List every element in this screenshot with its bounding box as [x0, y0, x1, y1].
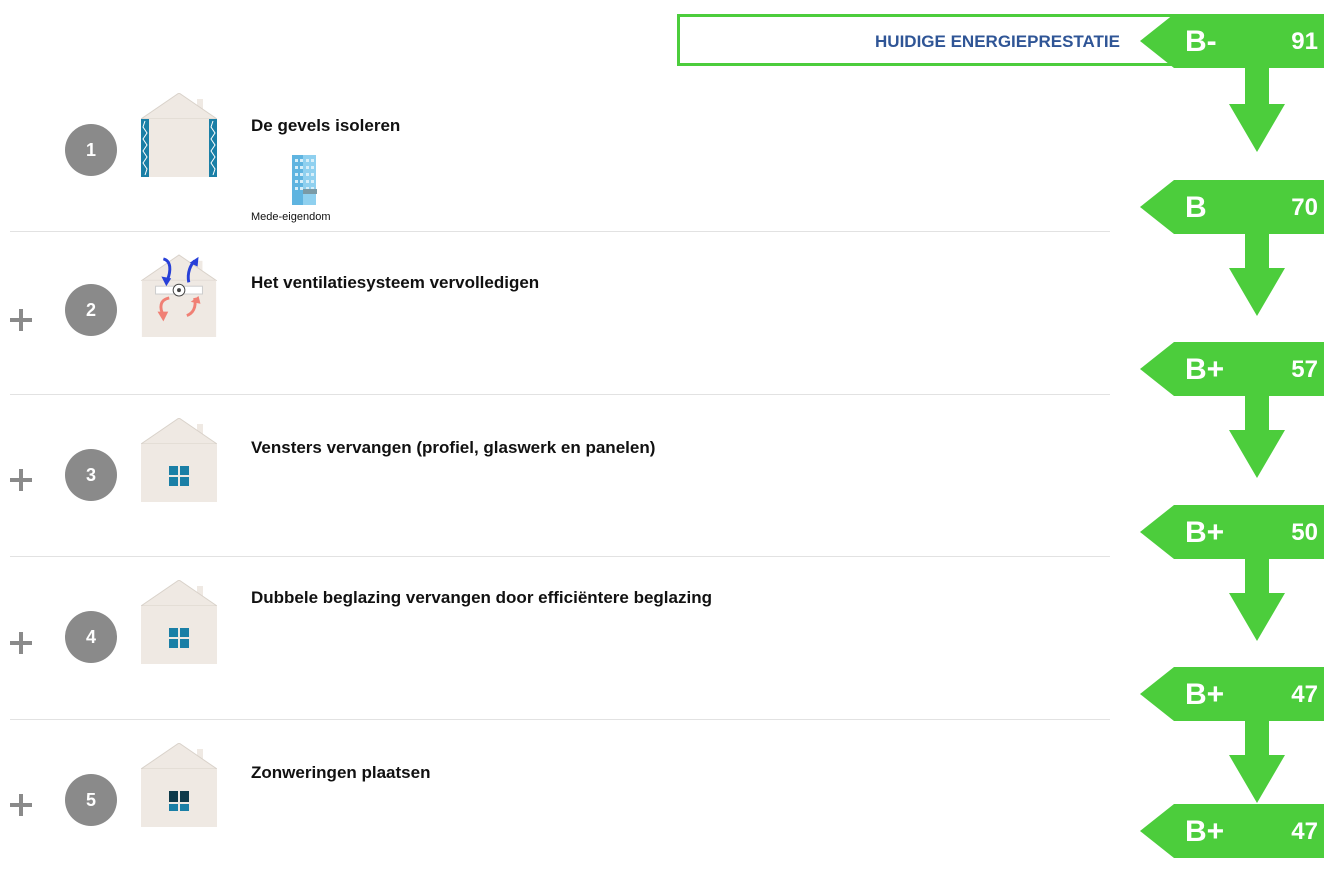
house-window-icon — [141, 580, 217, 664]
measure-number-badge: 2 — [65, 284, 117, 336]
label-letter: B- — [1185, 25, 1217, 58]
building-icon — [292, 155, 317, 205]
measure-title: Dubbele beglazing vervangen door efficië… — [251, 588, 712, 607]
arrow-down-icon — [1229, 66, 1285, 152]
label-score: 70 — [1291, 194, 1318, 221]
house-shaded-window-icon — [141, 743, 217, 827]
row-divider — [10, 394, 1110, 395]
arrow-down-icon — [1229, 719, 1285, 803]
sub-label: Mede-eigendom — [251, 211, 331, 223]
plus-icon — [10, 794, 32, 816]
row-divider — [10, 231, 1110, 232]
measure-number-badge: 5 — [65, 774, 117, 826]
label-score: 91 — [1291, 28, 1318, 55]
label-badge-5: B+ 47 — [1140, 804, 1324, 858]
measure-number-badge: 1 — [65, 124, 117, 176]
arrow-down-icon — [1229, 557, 1285, 641]
label-score: 47 — [1291, 681, 1318, 708]
plus-icon — [10, 632, 32, 654]
label-letter: B+ — [1185, 353, 1225, 386]
measure-title: Het ventilatiesysteem vervolledigen — [251, 273, 540, 292]
label-letter: B+ — [1185, 678, 1225, 711]
label-letter: B+ — [1185, 516, 1225, 549]
measure-title: Zonweringen plaatsen — [251, 763, 431, 782]
label-badge-3: B+ 50 — [1140, 505, 1324, 559]
label-score: 57 — [1291, 356, 1318, 383]
label-badge-2: B+ 57 — [1140, 342, 1324, 396]
house-insulated-walls-icon — [141, 93, 217, 177]
measure-title: Vensters vervangen (profiel, glaswerk en… — [251, 438, 656, 457]
measure-number-badge: 3 — [65, 449, 117, 501]
label-badge-1: B 70 — [1140, 180, 1324, 234]
label-letter: B+ — [1185, 815, 1225, 848]
label-badge-4: B+ 47 — [1140, 667, 1324, 721]
house-ventilation-icon — [141, 254, 217, 337]
plus-icon — [10, 309, 32, 331]
label-badge-current: B- 91 — [1140, 14, 1324, 68]
row-divider — [10, 556, 1110, 557]
arrow-down-icon — [1229, 232, 1285, 316]
current-performance-title: HUIDIGE ENERGIEPRESTATIE — [875, 32, 1120, 51]
measure-title: De gevels isoleren — [251, 116, 401, 135]
plus-icon — [10, 469, 32, 491]
label-letter: B — [1185, 191, 1207, 224]
arrow-down-icon — [1229, 394, 1285, 478]
label-score: 50 — [1291, 519, 1318, 546]
house-window-icon — [141, 418, 217, 502]
row-divider — [10, 719, 1110, 720]
label-score: 47 — [1291, 818, 1318, 845]
measure-number-badge: 4 — [65, 611, 117, 663]
